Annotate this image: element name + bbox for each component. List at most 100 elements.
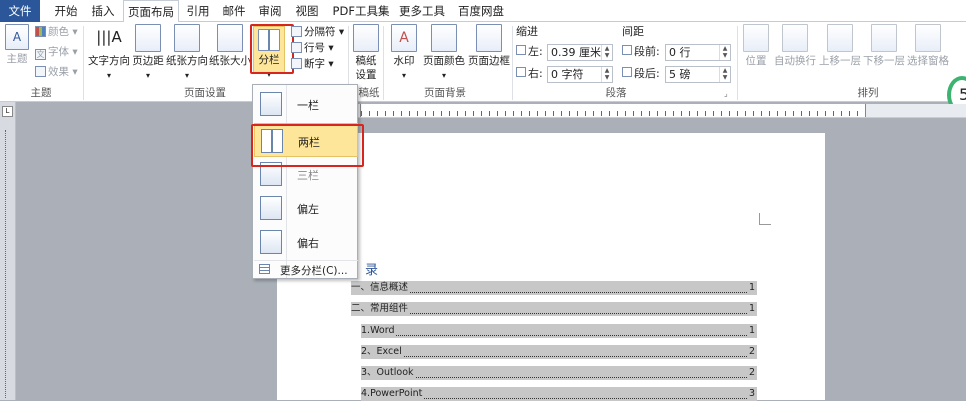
page-size-icon	[217, 24, 243, 52]
spacing-after-label: 段后:	[622, 66, 660, 82]
tab-home[interactable]: 开始	[48, 0, 84, 22]
selection-pane-label: 选择窗格	[907, 55, 949, 67]
theme-colors-label: 颜色	[48, 26, 69, 38]
spin-arrows-icon[interactable]: ▲ ▼	[719, 67, 730, 82]
menu-item-one-column[interactable]: 一栏	[254, 87, 358, 121]
send-backward-button[interactable]: 下移一层	[862, 24, 906, 68]
toc-entry-page: 2	[748, 366, 755, 380]
page-borders-button[interactable]: 页面边框	[467, 24, 511, 68]
ribbon-tab-bar: 文件 开始 插入 页面布局 引用 邮件 审阅 视图 PDF工具集 更多工具 百度…	[0, 0, 966, 23]
position-button[interactable]: 位置	[740, 24, 772, 68]
page-size-label: 纸张大小	[209, 55, 251, 67]
wrap-text-icon	[782, 24, 808, 52]
theme-colors-button[interactable]: 颜色 ▾	[35, 26, 78, 42]
indent-left-label: 左:	[516, 44, 543, 60]
left-column-icon	[260, 196, 282, 220]
margins-icon	[135, 24, 161, 52]
tab-insert[interactable]: 插入	[86, 0, 120, 22]
indent-right-icon	[516, 67, 526, 77]
theme-fonts-button[interactable]: 文字体 ▾	[35, 46, 78, 62]
group-divider	[737, 26, 738, 100]
spacing-after-text: 段后:	[634, 67, 660, 80]
spacing-before-input[interactable]: 0 行 ▲ ▼	[665, 44, 731, 61]
spin-arrows-icon[interactable]: ▲ ▼	[719, 45, 730, 60]
toc-entry-page: 3	[748, 387, 755, 401]
tab-baidu-netdisk[interactable]: 百度网盘	[454, 0, 508, 22]
draft-paper-icon	[353, 24, 379, 52]
spacing-after-icon	[622, 67, 632, 77]
send-backward-icon	[871, 24, 897, 52]
menu-item-more-columns[interactable]: 更多分栏(C)...	[254, 260, 358, 278]
toc-entry[interactable]: 二、常用组件 1	[351, 302, 757, 316]
toc-entry-page: 1	[748, 302, 755, 316]
toc-entry[interactable]: 1.Word 1	[361, 324, 757, 338]
page-borders-label: 页面边框	[468, 55, 510, 67]
menu-item-label: 一栏	[297, 99, 319, 112]
menu-item-label: 偏右	[297, 237, 319, 250]
watermark-button[interactable]: A 水印 ▾	[388, 24, 420, 83]
dot-leader	[361, 335, 747, 336]
breaks-button[interactable]: 分隔符 ▾	[291, 26, 344, 42]
tab-more-tools[interactable]: 更多工具	[396, 0, 448, 22]
spin-arrows-icon[interactable]: ▲ ▼	[601, 67, 612, 82]
orientation-icon	[174, 24, 200, 52]
toc-entry-text: 2、Excel	[361, 346, 404, 357]
themes-button[interactable]: A 主题	[2, 24, 32, 66]
dialog-launcher-icon[interactable]: ⌟	[724, 89, 728, 98]
send-backward-label: 下移一层	[863, 55, 905, 67]
toc-entry-page: 2	[748, 345, 755, 359]
annotation-highlight-two-columns	[251, 124, 364, 167]
document-page[interactable]: 录 一、信息概述 1 二、常用组件 1 1.Word 1 2、Excel 2 3、Out…	[277, 133, 825, 401]
tab-selector-icon[interactable]: L	[2, 106, 13, 117]
wrap-text-button[interactable]: 自动换行	[773, 24, 817, 68]
tab-view[interactable]: 视图	[290, 0, 324, 22]
hyphenation-button[interactable]: 断字 ▾	[291, 58, 334, 74]
theme-effects-button[interactable]: 效果 ▾	[35, 66, 78, 82]
spacing-after-input[interactable]: 5 磅 ▲ ▼	[665, 66, 731, 83]
line-numbers-icon	[291, 42, 302, 53]
text-direction-button[interactable]: |||A 文字方向 ▾	[86, 24, 132, 83]
toc-entry[interactable]: 2、Excel 2	[361, 345, 757, 359]
hyphenation-label: 断字	[304, 58, 325, 70]
spin-arrows-icon[interactable]: ▲ ▼	[601, 45, 612, 60]
margins-button[interactable]: 页边距 ▾	[131, 24, 165, 83]
toc-entry[interactable]: 3、Outlook 2	[361, 366, 757, 380]
spacing-before-value: 0 行	[669, 46, 691, 59]
toc-entry-text: 1.Word	[361, 325, 397, 336]
draft-label-2: 设置	[355, 69, 377, 81]
text-direction-icon: |||A	[96, 28, 122, 46]
draft-paper-button[interactable]: 稿纸 设置	[351, 24, 381, 82]
page-size-button[interactable]: 纸张大小	[209, 24, 251, 68]
toc-entry[interactable]: 4.PowerPoint 3	[361, 387, 757, 401]
tab-review[interactable]: 审阅	[254, 0, 286, 22]
selection-pane-icon	[915, 24, 941, 52]
indent-right-label: 右:	[516, 66, 543, 82]
orientation-button[interactable]: 纸张方向 ▾	[165, 24, 209, 83]
indent-left-value: 0.39 厘米	[551, 46, 601, 59]
page-color-icon	[431, 24, 457, 52]
bring-forward-button[interactable]: 上移一层	[818, 24, 862, 68]
tab-references[interactable]: 引用	[182, 0, 214, 22]
page-color-button[interactable]: 页面颜色 ▾	[421, 24, 467, 83]
text-direction-label: 文字方向	[88, 55, 130, 67]
margin-corner-mark	[759, 213, 771, 225]
spacing-after-value: 5 磅	[669, 68, 691, 81]
menu-item-left[interactable]: 偏左	[254, 191, 358, 225]
group-label-draft: 稿纸	[358, 87, 380, 99]
tab-page-layout[interactable]: 页面布局	[123, 0, 179, 23]
effects-icon	[35, 66, 46, 77]
indent-right-input[interactable]: 0 字符 ▲ ▼	[547, 66, 613, 83]
line-numbers-button[interactable]: 行号 ▾	[291, 42, 334, 58]
indent-right-value: 0 字符	[551, 68, 584, 81]
toc-entry-text: 3、Outlook	[361, 367, 416, 378]
indent-left-input[interactable]: 0.39 厘米 ▲ ▼	[547, 44, 613, 61]
draft-label-1: 稿纸	[355, 55, 377, 67]
tab-file[interactable]: 文件	[0, 0, 40, 22]
menu-item-right[interactable]: 偏右	[254, 225, 358, 259]
toc-entry[interactable]: 一、信息概述 1	[351, 281, 757, 295]
tab-pdf-tools[interactable]: PDF工具集	[330, 0, 392, 22]
line-numbers-label: 行号	[304, 42, 325, 54]
tab-mailings[interactable]: 邮件	[218, 0, 250, 22]
selection-pane-button[interactable]: 选择窗格	[906, 24, 950, 68]
margins-label: 页边距	[132, 55, 164, 67]
